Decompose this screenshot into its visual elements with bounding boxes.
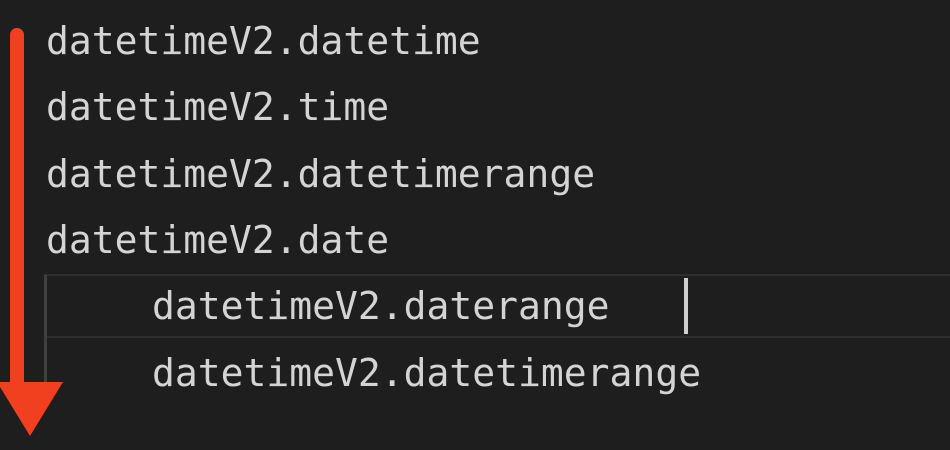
code-line[interactable]: datetimeV2.date <box>0 207 950 273</box>
code-line-text: datetimeV2.date <box>46 218 390 262</box>
arrow-shaft <box>10 28 24 398</box>
arrow-head <box>0 382 63 436</box>
code-line[interactable]: datetimeV2.datetime <box>0 8 950 74</box>
code-line-current[interactable]: datetimeV2.daterange <box>0 273 950 339</box>
code-line[interactable]: datetimeV2.time <box>0 74 950 140</box>
code-line-text: datetimeV2.datetimerange <box>46 152 596 196</box>
code-line-text: datetimeV2.daterange <box>152 284 610 328</box>
text-cursor <box>684 278 688 334</box>
code-line[interactable]: datetimeV2.datetimerange <box>0 340 950 406</box>
code-line[interactable]: datetimeV2.datetimerange <box>0 141 950 207</box>
code-line-text: datetimeV2.time <box>46 85 390 129</box>
code-line-text: datetimeV2.datetimerange <box>152 351 702 395</box>
code-editor[interactable]: datetimeV2.datetime datetimeV2.time date… <box>0 0 950 450</box>
code-line-text: datetimeV2.datetime <box>46 19 481 63</box>
